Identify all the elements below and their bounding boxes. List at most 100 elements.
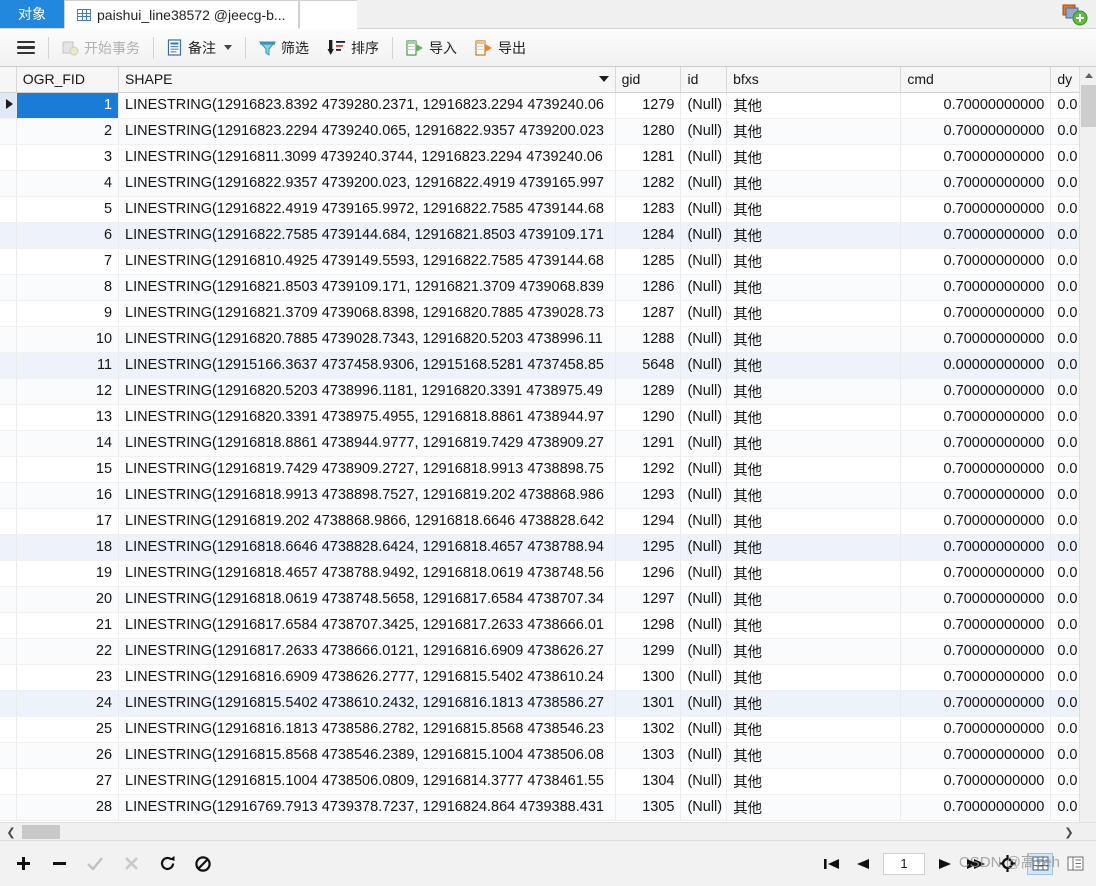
cell-gid[interactable]: 1287: [615, 300, 682, 327]
tab-object[interactable]: 对象: [0, 0, 64, 28]
cell-shape[interactable]: LINESTRING(12916816.6909 4738626.2777, 1…: [118, 664, 616, 691]
cell-id[interactable]: (Null): [680, 352, 728, 379]
cell-ogr-fid[interactable]: 5: [16, 196, 120, 223]
cell-id[interactable]: (Null): [680, 300, 728, 327]
table-row[interactable]: 18 LINESTRING(12916818.6646 4738828.6424,…: [0, 534, 1096, 561]
cell-bfxs[interactable]: 其他: [726, 560, 902, 587]
column-header-cmd[interactable]: cmd: [900, 67, 1052, 93]
row-gutter[interactable]: [0, 378, 17, 405]
hamburger-menu-button[interactable]: [8, 33, 44, 63]
cell-cmd[interactable]: 0.70000000000: [900, 118, 1052, 145]
cell-shape[interactable]: LINESTRING(12916822.7585 4739144.684, 12…: [118, 222, 616, 249]
cell-cmd[interactable]: 0.70000000000: [900, 690, 1052, 717]
new-tab-icon[interactable]: [1058, 2, 1092, 28]
horizontal-scroll-thumb[interactable]: [22, 825, 60, 839]
cell-id[interactable]: (Null): [680, 664, 728, 691]
cell-gid[interactable]: 1283: [615, 196, 682, 223]
row-gutter[interactable]: [0, 274, 17, 301]
table-row[interactable]: 5 LINESTRING(12916822.4919 4739165.9972, …: [0, 196, 1096, 223]
cell-ogr-fid[interactable]: 16: [16, 482, 120, 509]
cell-cmd[interactable]: 0.70000000000: [900, 378, 1052, 405]
cell-bfxs[interactable]: 其他: [726, 274, 902, 301]
tab-table-paishui-line[interactable]: paishui_line38572 @jeecg-b...: [64, 0, 299, 29]
table-row[interactable]: 19 LINESTRING(12916818.4657 4738788.9492,…: [0, 560, 1096, 587]
cell-bfxs[interactable]: 其他: [726, 794, 902, 821]
table-row[interactable]: 10 LINESTRING(12916820.7885 4739028.7343,…: [0, 326, 1096, 353]
cell-bfxs[interactable]: 其他: [726, 586, 902, 613]
cell-id[interactable]: (Null): [680, 248, 728, 275]
row-gutter[interactable]: [0, 586, 17, 613]
vertical-scroll-thumb[interactable]: [1081, 85, 1096, 127]
cell-shape[interactable]: LINESTRING(12915166.3637 4737458.9306, 1…: [118, 352, 616, 379]
cell-cmd[interactable]: 0.70000000000: [900, 144, 1052, 171]
cell-shape[interactable]: LINESTRING(12916821.3709 4739068.8398, 1…: [118, 300, 616, 327]
cell-ogr-fid[interactable]: 7: [16, 248, 120, 275]
cell-gid[interactable]: 1293: [615, 482, 682, 509]
cell-gid[interactable]: 1302: [615, 716, 682, 743]
cell-bfxs[interactable]: 其他: [726, 404, 902, 431]
table-row[interactable]: 8 LINESTRING(12916821.8503 4739109.171, 1…: [0, 274, 1096, 301]
cell-gid[interactable]: 1279: [615, 92, 682, 119]
row-gutter[interactable]: [0, 482, 17, 509]
cell-id[interactable]: (Null): [680, 274, 728, 301]
cell-id[interactable]: (Null): [680, 508, 728, 535]
cell-ogr-fid[interactable]: 17: [16, 508, 120, 535]
cell-shape[interactable]: LINESTRING(12916822.4919 4739165.9972, 1…: [118, 196, 616, 223]
row-gutter[interactable]: [0, 118, 17, 145]
cell-cmd[interactable]: 0.70000000000: [900, 768, 1052, 795]
cell-shape[interactable]: LINESTRING(12916811.3099 4739240.3744, 1…: [118, 144, 616, 171]
row-gutter[interactable]: [0, 638, 17, 665]
column-header-shape[interactable]: SHAPE: [118, 67, 616, 93]
cell-shape[interactable]: LINESTRING(12916818.6646 4738828.6424, 1…: [118, 534, 616, 561]
cell-id[interactable]: (Null): [680, 638, 728, 665]
cell-cmd[interactable]: 0.70000000000: [900, 196, 1052, 223]
cell-gid[interactable]: 1292: [615, 456, 682, 483]
cell-cmd[interactable]: 0.70000000000: [900, 430, 1052, 457]
cell-gid[interactable]: 1304: [615, 768, 682, 795]
cell-shape[interactable]: LINESTRING(12916817.2633 4738666.0121, 1…: [118, 638, 616, 665]
cancel-changes-button[interactable]: [120, 853, 142, 875]
cell-id[interactable]: (Null): [680, 534, 728, 561]
cell-cmd[interactable]: 0.70000000000: [900, 612, 1052, 639]
cell-id[interactable]: (Null): [680, 326, 728, 353]
cell-cmd[interactable]: 0.70000000000: [900, 456, 1052, 483]
row-gutter[interactable]: [0, 768, 17, 795]
page-number-input[interactable]: 1: [883, 852, 925, 875]
cell-shape[interactable]: LINESTRING(12916823.8392 4739280.2371, 1…: [118, 92, 616, 119]
row-gutter[interactable]: [0, 690, 17, 717]
row-gutter[interactable]: [0, 612, 17, 639]
row-gutter[interactable]: [0, 170, 17, 197]
cell-bfxs[interactable]: 其他: [726, 482, 902, 509]
cell-bfxs[interactable]: 其他: [726, 300, 902, 327]
row-gutter[interactable]: [0, 196, 17, 223]
cell-shape[interactable]: LINESTRING(12916823.2294 4739240.065, 12…: [118, 118, 616, 145]
cell-gid[interactable]: 1280: [615, 118, 682, 145]
cell-bfxs[interactable]: 其他: [726, 248, 902, 275]
cell-cmd[interactable]: 0.70000000000: [900, 326, 1052, 353]
row-gutter[interactable]: [0, 144, 17, 171]
cell-gid[interactable]: 1297: [615, 586, 682, 613]
table-row[interactable]: 6 LINESTRING(12916822.7585 4739144.684, 1…: [0, 222, 1096, 249]
column-header-gid[interactable]: gid: [615, 67, 682, 93]
cell-ogr-fid[interactable]: 27: [16, 768, 120, 795]
cell-ogr-fid[interactable]: 23: [16, 664, 120, 691]
cell-id[interactable]: (Null): [680, 92, 728, 119]
cell-ogr-fid[interactable]: 4: [16, 170, 120, 197]
row-gutter[interactable]: [0, 222, 17, 249]
cell-shape[interactable]: LINESTRING(12916815.5402 4738610.2432, 1…: [118, 690, 616, 717]
cell-shape[interactable]: LINESTRING(12916818.4657 4738788.9492, 1…: [118, 560, 616, 587]
cell-bfxs[interactable]: 其他: [726, 508, 902, 535]
cell-ogr-fid[interactable]: 2: [16, 118, 120, 145]
cell-shape[interactable]: LINESTRING(12916821.8503 4739109.171, 12…: [118, 274, 616, 301]
cell-ogr-fid[interactable]: 8: [16, 274, 120, 301]
cell-id[interactable]: (Null): [680, 196, 728, 223]
cell-gid[interactable]: 1300: [615, 664, 682, 691]
cell-gid[interactable]: 1288: [615, 326, 682, 353]
cell-ogr-fid[interactable]: 9: [16, 300, 120, 327]
cell-ogr-fid[interactable]: 25: [16, 716, 120, 743]
row-gutter[interactable]: [0, 664, 17, 691]
cell-ogr-fid[interactable]: 24: [16, 690, 120, 717]
cell-bfxs[interactable]: 其他: [726, 378, 902, 405]
row-gutter[interactable]: [0, 508, 17, 535]
cell-id[interactable]: (Null): [680, 716, 728, 743]
